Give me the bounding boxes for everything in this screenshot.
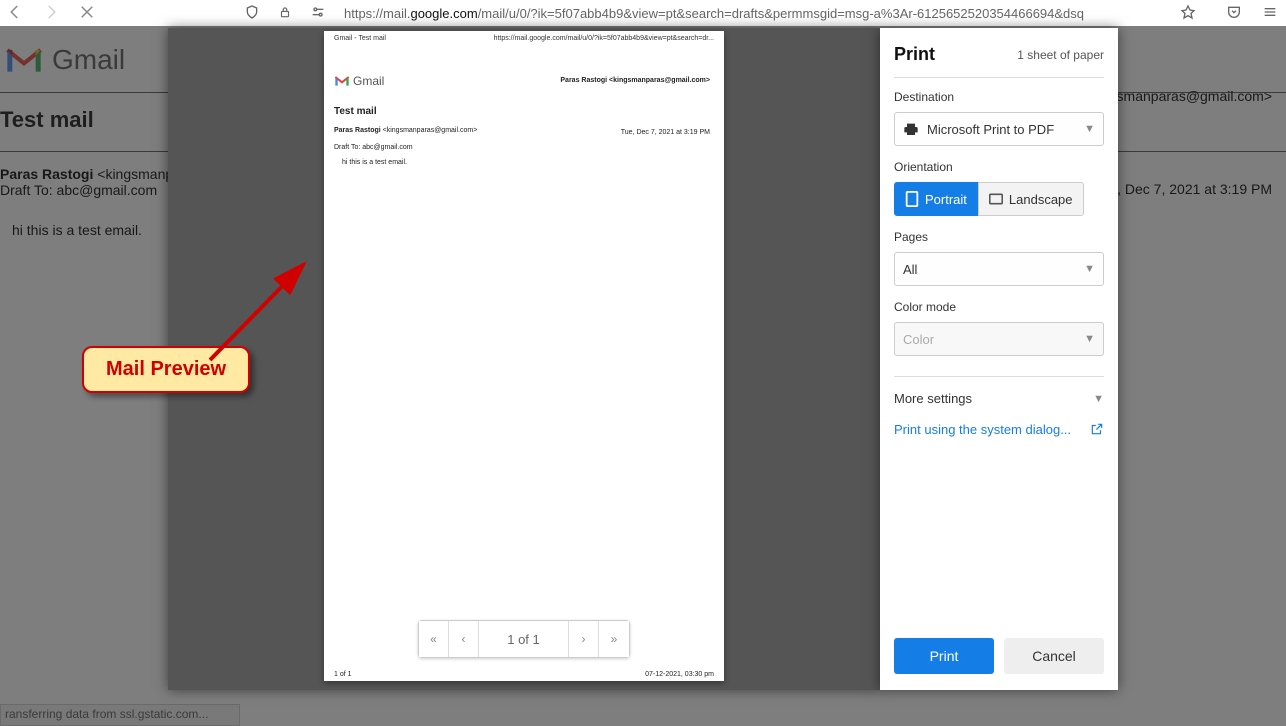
menu-icon[interactable] bbox=[1262, 4, 1278, 23]
destination-select[interactable]: Microsoft Print to PDF ▼ bbox=[894, 112, 1104, 146]
settings-toggle-icon[interactable] bbox=[310, 4, 326, 23]
pocket-icon[interactable] bbox=[1226, 4, 1242, 23]
back-icon[interactable] bbox=[6, 3, 24, 24]
chevron-down-icon: ▼ bbox=[1084, 333, 1095, 345]
shield-icon[interactable] bbox=[244, 4, 260, 23]
preview-header-right: https://mail.google.com/mail/u/0/?ik=5f0… bbox=[494, 35, 714, 42]
cancel-button[interactable]: Cancel bbox=[1004, 638, 1104, 674]
pages-select[interactable]: All ▼ bbox=[894, 252, 1104, 286]
pages-label: Pages bbox=[894, 230, 1104, 244]
system-dialog-link[interactable]: Print using the system dialog... bbox=[894, 422, 1104, 437]
orientation-label: Orientation bbox=[894, 160, 1104, 174]
portrait-icon bbox=[905, 191, 919, 207]
prev-page-button[interactable]: ‹ bbox=[449, 621, 479, 657]
landscape-icon bbox=[989, 191, 1003, 207]
preview-body: hi this is a test email. bbox=[334, 159, 714, 166]
preview-page: Gmail - Test mail https://mail.google.co… bbox=[324, 31, 724, 681]
external-link-icon bbox=[1090, 422, 1104, 436]
preview-footer-right: 07-12-2021, 03:30 pm bbox=[645, 671, 714, 678]
preview-sender-header: Paras Rastogi <kingsmanparas@gmail.com> bbox=[560, 77, 710, 84]
preview-header-left: Gmail - Test mail bbox=[334, 35, 386, 42]
destination-label: Destination bbox=[894, 90, 1104, 104]
bookmark-icon[interactable] bbox=[1180, 4, 1196, 23]
chevron-down-icon: ▼ bbox=[1084, 123, 1095, 135]
preview-date: Tue, Dec 7, 2021 at 3:19 PM bbox=[621, 129, 710, 136]
landscape-button[interactable]: Landscape bbox=[978, 182, 1084, 216]
chevron-down-icon: ▼ bbox=[1093, 393, 1104, 405]
chevron-down-icon: ▼ bbox=[1084, 263, 1095, 275]
stop-icon[interactable] bbox=[78, 3, 96, 24]
next-page-button[interactable]: › bbox=[569, 621, 599, 657]
last-page-button[interactable]: » bbox=[599, 621, 629, 657]
browser-toolbar: https://mail.google.com/mail/u/0/?ik=5f0… bbox=[0, 0, 1286, 26]
url-bar[interactable]: https://mail.google.com/mail/u/0/?ik=5f0… bbox=[344, 6, 1084, 21]
sheet-count: 1 sheet of paper bbox=[1017, 48, 1104, 62]
print-options-panel: Print 1 sheet of paper Destination Micro… bbox=[880, 28, 1118, 690]
page-navigator: « ‹ 1 of 1 › » bbox=[418, 620, 630, 658]
color-mode-label: Color mode bbox=[894, 300, 1104, 314]
orientation-toggle: Portrait Landscape bbox=[894, 182, 1104, 216]
preview-subject: Test mail bbox=[334, 106, 714, 117]
print-button[interactable]: Print bbox=[894, 638, 994, 674]
first-page-button[interactable]: « bbox=[419, 621, 449, 657]
forward-icon[interactable] bbox=[42, 3, 60, 24]
print-title: Print bbox=[894, 44, 935, 65]
page-indicator: 1 of 1 bbox=[479, 621, 569, 657]
lock-icon[interactable] bbox=[278, 5, 292, 22]
portrait-button[interactable]: Portrait bbox=[894, 182, 978, 216]
annotation-arrow bbox=[200, 250, 320, 370]
printer-icon bbox=[903, 121, 919, 137]
preview-draft-to: Draft To: abc@gmail.com bbox=[334, 144, 714, 151]
more-settings-toggle[interactable]: More settings ▼ bbox=[894, 391, 1104, 406]
color-mode-select: Color ▼ bbox=[894, 322, 1104, 356]
preview-footer-left: 1 of 1 bbox=[334, 671, 352, 678]
